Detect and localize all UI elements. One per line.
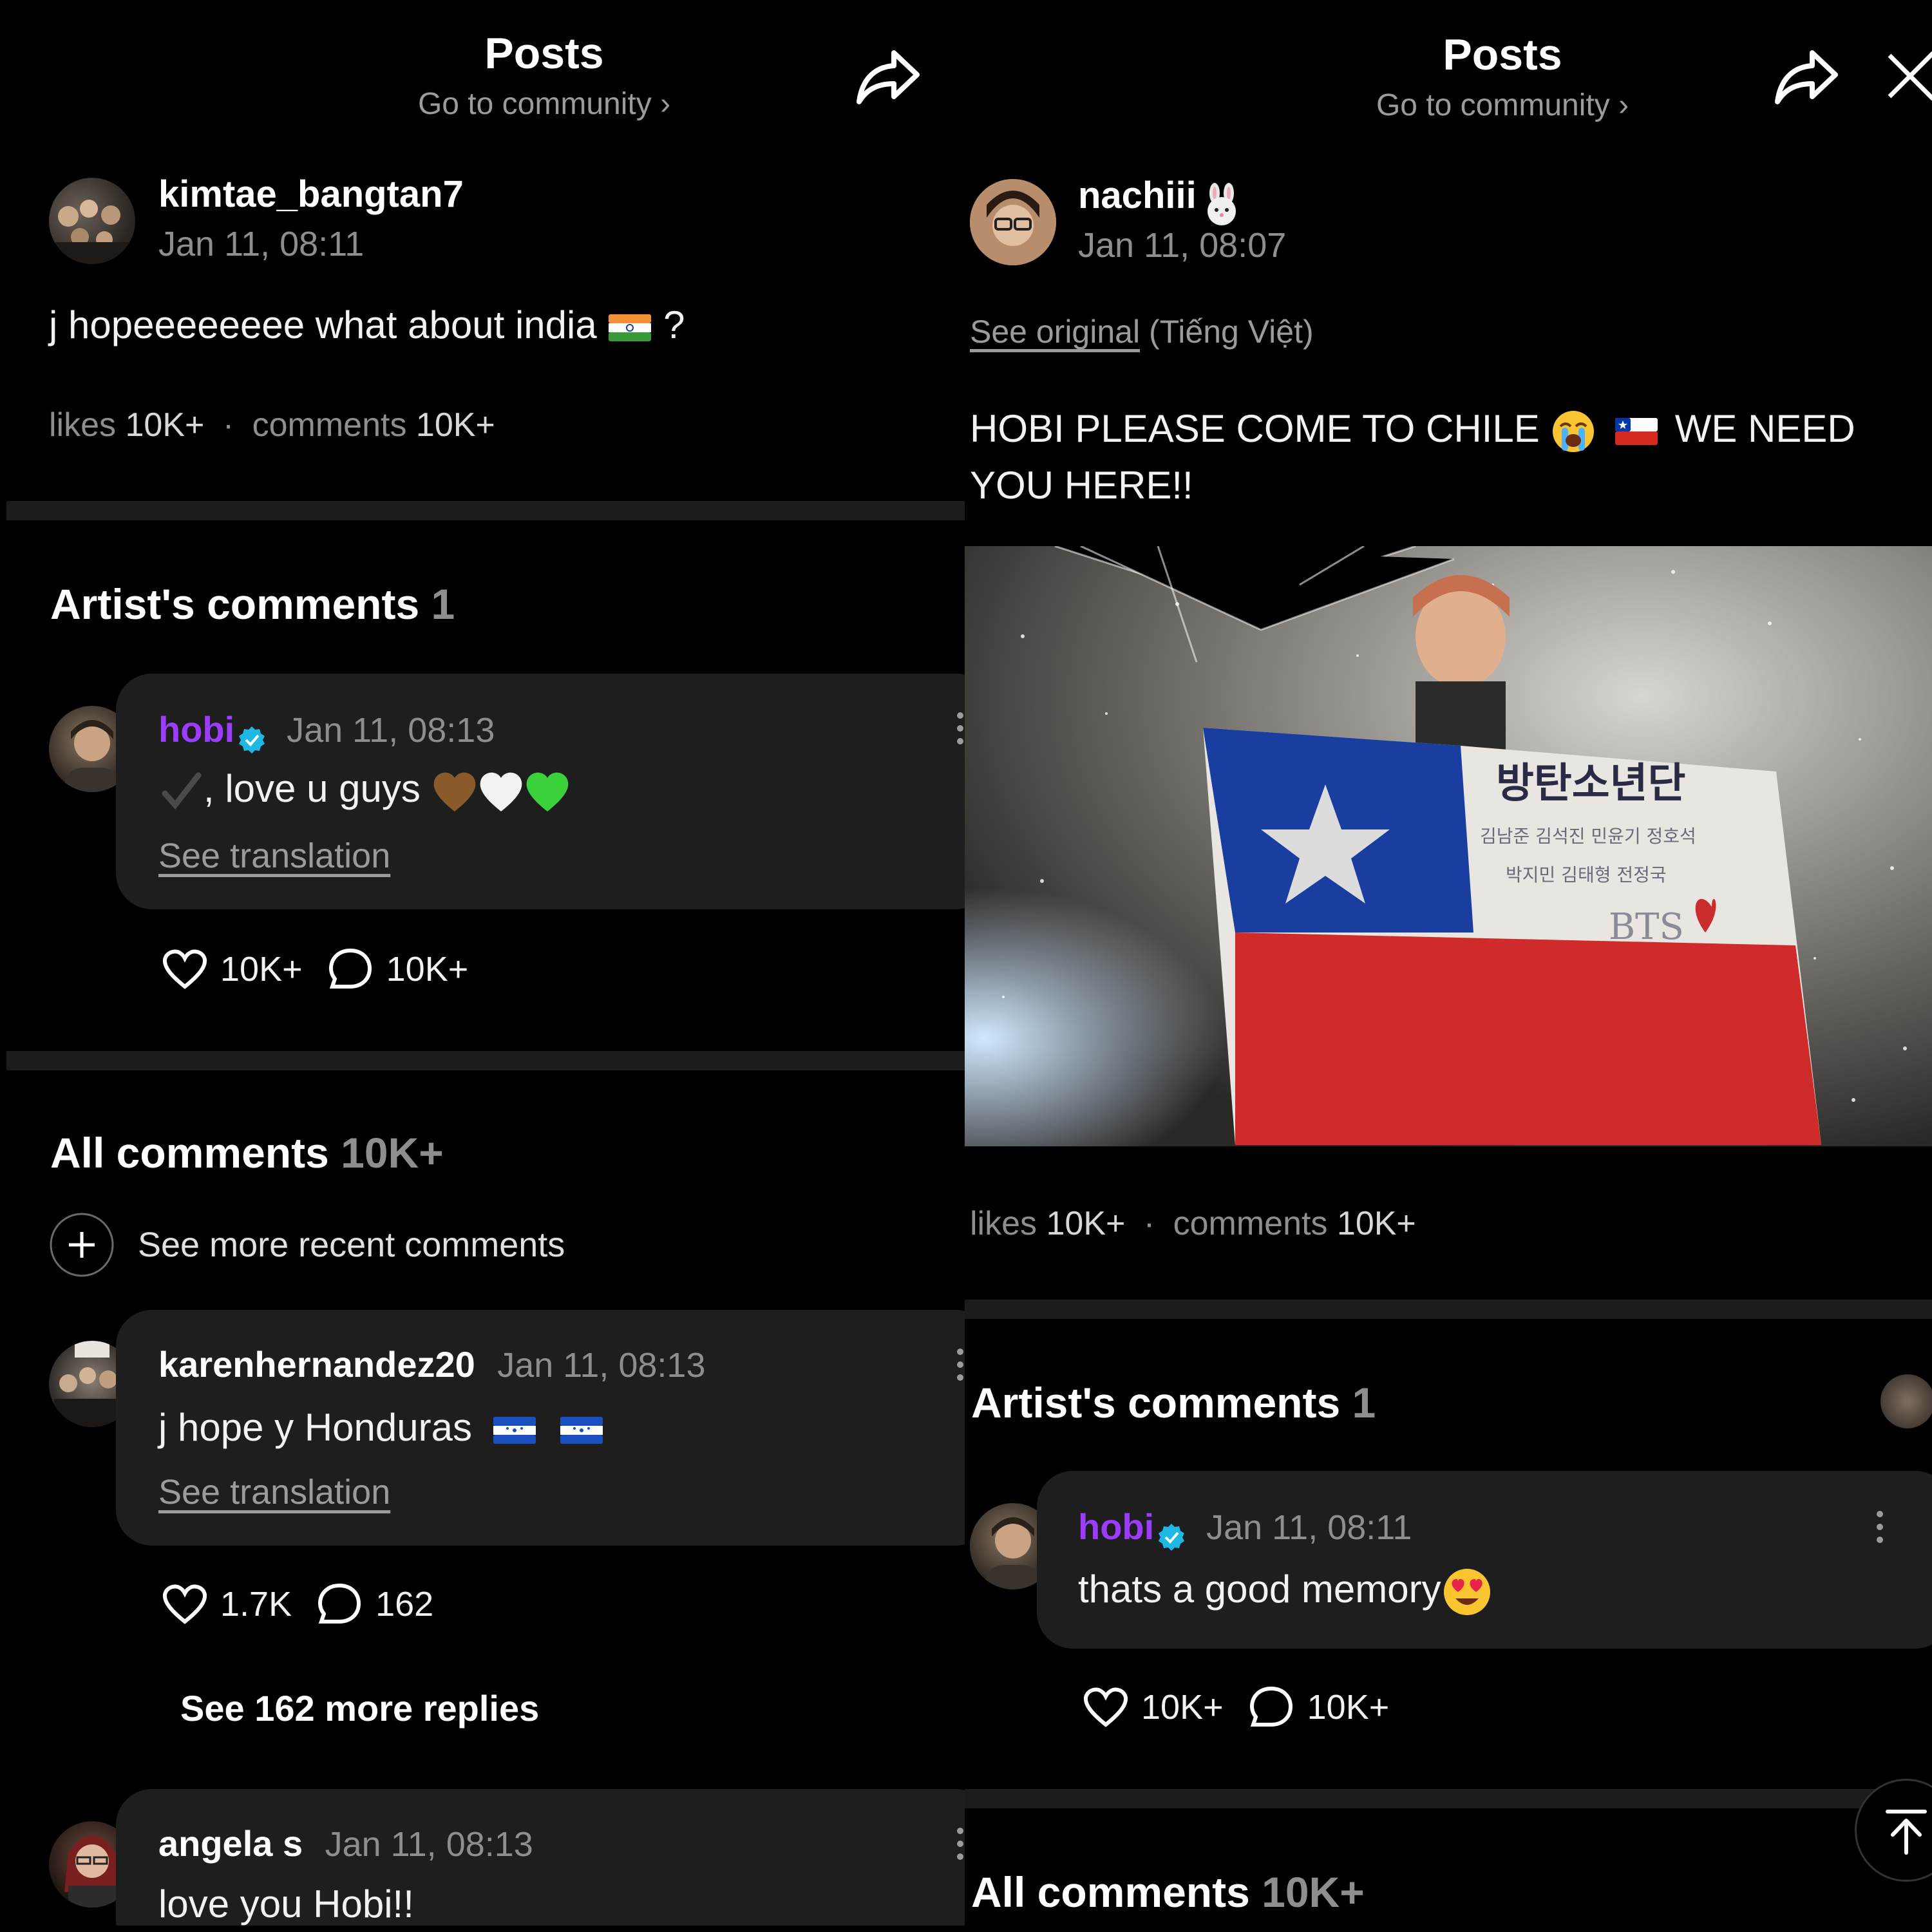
post-author: nachiii <box>1078 174 1244 228</box>
artist-comment-header: hobi Jan 11, 08:11 <box>1078 1506 1412 1551</box>
scroll-to-top-button[interactable] <box>1855 1779 1932 1882</box>
concert-photo: 방탄소년단 김남준 김석진 민윤기 정호석 박지민 김태형 전정국 BTS <box>965 546 1932 1146</box>
close-icon[interactable] <box>1886 52 1932 100</box>
flag-text-title: 방탄소년단 <box>1496 760 1685 808</box>
section-divider <box>6 1051 965 1070</box>
plus-circle-icon[interactable] <box>49 1212 115 1278</box>
header-title: Posts <box>484 29 604 78</box>
post-date: Jan 11, 08:11 <box>158 225 365 263</box>
comment-date: Jan 11, 08:13 <box>325 1825 533 1864</box>
india-flag-icon <box>609 314 652 342</box>
see-original-link[interactable]: See original <box>970 314 1140 350</box>
comment-date: Jan 11, 08:13 <box>497 1346 706 1385</box>
artist-username[interactable]: hobi <box>158 709 234 750</box>
artist-comment-actions: 10K+ 10K+ <box>1082 1685 1389 1730</box>
flag-text-bts: BTS <box>1609 906 1684 948</box>
more-options-icon[interactable] <box>957 1349 963 1387</box>
post-photo[interactable]: 방탄소년단 김남준 김석진 민윤기 정호석 박지민 김태형 전정국 BTS <box>965 546 1932 1146</box>
reply-bubble-icon[interactable] <box>1248 1685 1296 1730</box>
artist-comment-text: , love u guys <box>158 766 571 814</box>
like-count: 10K+ <box>220 950 303 989</box>
loudly-crying-face-icon <box>1553 411 1595 453</box>
white-heart-icon <box>480 772 522 812</box>
comment-username[interactable]: angela s <box>158 1823 303 1864</box>
artist-avatar-small[interactable] <box>1880 1374 1932 1428</box>
flag-text-names-1: 김남준 김석진 민윤기 정호석 <box>1480 826 1696 847</box>
artist-comment-date: Jan 11, 08:11 <box>1206 1508 1412 1547</box>
like-count: 1.7K <box>220 1585 292 1624</box>
comment-actions: 1.7K 162 <box>161 1582 433 1627</box>
go-to-community-link[interactable]: Go to community › <box>6 86 965 122</box>
comment-text: j hope y Honduras <box>158 1405 604 1450</box>
comment-header: karenhernandez20 Jan 11, 08:13 <box>158 1343 706 1385</box>
artist-comment-date: Jan 11, 08:13 <box>287 711 495 750</box>
reply-bubble-icon[interactable] <box>327 947 375 992</box>
post-text: HOBI PLEASE COME TO CHILE WE NEED YOU HE… <box>970 407 1855 507</box>
artist-comment-actions: 10K+ 10K+ <box>161 947 468 992</box>
reply-count: 162 <box>375 1585 434 1624</box>
artist-comments-title: Artist's comments 1 <box>50 580 455 628</box>
comment-username[interactable]: karenhernandez20 <box>158 1344 475 1385</box>
post-stats: likes 10K+ · comments 10K+ <box>49 406 495 444</box>
comment-text: love you Hobi!! <box>158 1882 414 1926</box>
comment-header: angela s Jan 11, 08:13 <box>158 1823 533 1864</box>
green-heart-icon <box>526 772 568 812</box>
left-post-panel: Posts Go to community › kimtae_bangtan7 … <box>6 0 965 1926</box>
right-post-panel: Posts Go to community › nachiii Jan 11, … <box>965 0 1932 1926</box>
like-count: 10K+ <box>1141 1688 1224 1727</box>
artist-username[interactable]: hobi <box>1078 1506 1154 1547</box>
translation-bar: See original (Tiếng Việt) <box>970 313 1314 350</box>
post-username[interactable]: nachiii <box>1078 175 1197 216</box>
reply-count: 10K+ <box>386 950 469 989</box>
share-icon[interactable] <box>855 48 922 106</box>
like-heart-icon[interactable] <box>1082 1686 1130 1728</box>
flag-text-names-2: 박지민 김태형 전정국 <box>1506 864 1667 886</box>
see-more-recent-comments[interactable]: See more recent comments <box>49 1212 565 1278</box>
reply-bubble-icon[interactable] <box>316 1582 364 1627</box>
rabbit-face-icon <box>1208 182 1236 225</box>
verified-badge-icon <box>1158 1523 1184 1551</box>
artist-comments-title: Artist's comments 1 <box>971 1379 1376 1426</box>
more-options-icon[interactable] <box>957 1828 963 1866</box>
check-mark-icon <box>162 772 202 810</box>
section-divider <box>6 501 965 520</box>
artist-comment-header: hobi Jan 11, 08:13 <box>158 708 495 753</box>
post-date: Jan 11, 08:07 <box>1078 226 1287 265</box>
heart-eyes-face-icon <box>1443 1569 1490 1615</box>
source-language: (Tiếng Việt) <box>1148 314 1314 350</box>
section-divider <box>965 1789 1932 1808</box>
honduras-flag-icon <box>493 1417 536 1444</box>
brown-heart-icon <box>433 772 475 812</box>
all-comments-title: All comments 10K+ <box>50 1129 444 1177</box>
chile-flag-icon <box>1615 418 1658 446</box>
arrow-up-to-line-icon <box>1886 1810 1927 1855</box>
verified-badge-icon <box>238 726 265 753</box>
see-more-replies-button[interactable]: See 162 more replies <box>180 1687 539 1729</box>
reply-count: 10K+ <box>1307 1688 1390 1727</box>
like-heart-icon[interactable] <box>161 948 209 990</box>
artist-comment-bubble <box>1037 1471 1932 1649</box>
artist-comment-text: thats a good memory <box>1078 1566 1493 1618</box>
see-translation-link[interactable]: See translation <box>158 836 390 876</box>
like-heart-icon[interactable] <box>161 1583 209 1625</box>
section-divider <box>965 1300 1932 1319</box>
more-options-icon[interactable] <box>1877 1511 1883 1549</box>
post-text: j hopeeeeeeee what about india ? <box>49 303 685 346</box>
honduras-flag-icon <box>560 1417 603 1444</box>
avatar[interactable] <box>970 179 1056 265</box>
share-icon[interactable] <box>1774 48 1841 106</box>
more-options-icon[interactable] <box>957 712 963 751</box>
avatar[interactable] <box>49 178 135 264</box>
all-comments-title: All comments 10K+ <box>971 1868 1365 1916</box>
post-username[interactable]: kimtae_bangtan7 <box>158 173 464 216</box>
post-stats: likes 10K+ · comments 10K+ <box>970 1205 1416 1242</box>
see-translation-link[interactable]: See translation <box>158 1472 390 1512</box>
